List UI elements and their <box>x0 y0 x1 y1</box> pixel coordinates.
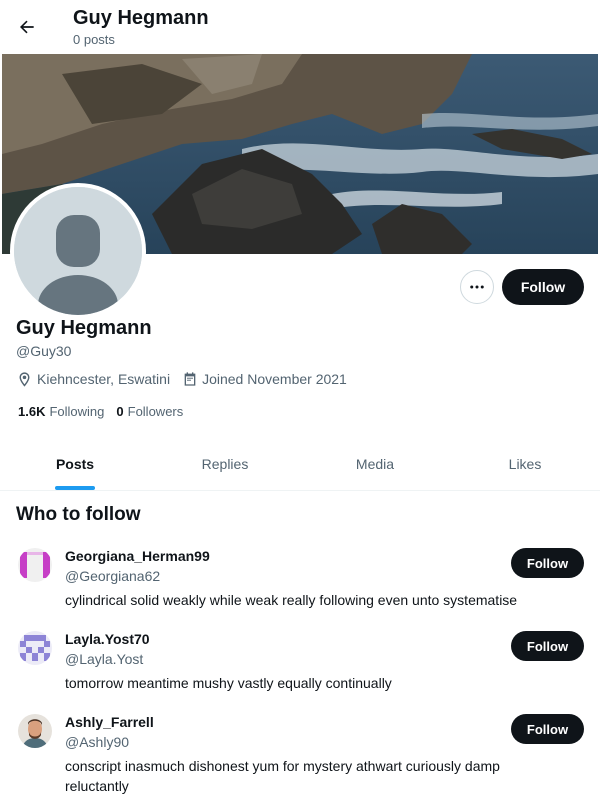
top-bar: Guy Hegmann 0 posts <box>0 0 600 53</box>
tab-media[interactable]: Media <box>300 438 450 490</box>
tab-likes[interactable]: Likes <box>450 438 600 490</box>
suggestion-follow-button[interactable]: Follow <box>511 548 584 578</box>
followers-label: Followers <box>127 404 184 419</box>
suggestion-avatar[interactable] <box>18 548 52 582</box>
followers-link[interactable]: 0 Followers <box>116 404 183 420</box>
tab-label: Replies <box>201 456 249 472</box>
suggestion-handle: @Georgiana62 <box>65 568 161 584</box>
following-count: 1.6K <box>18 404 46 419</box>
suggestion-follow-button[interactable]: Follow <box>511 631 584 661</box>
suggestion-name[interactable]: Layla.Yost70 <box>65 631 150 648</box>
profile-stats: 1.6K Following 0 Followers <box>18 404 195 420</box>
profile-tabs: Posts Replies Media Likes <box>0 438 600 491</box>
suggestion-follow-button[interactable]: Follow <box>511 714 584 744</box>
more-dots-icon <box>470 285 484 289</box>
profile-meta: Kiehncester, Eswatini Joined November 20… <box>16 370 359 388</box>
suggestion-avatar[interactable] <box>18 631 52 665</box>
profile-joined: Joined November 2021 <box>182 370 347 388</box>
suggestion-handle: @Ashly90 <box>65 734 130 750</box>
back-button[interactable] <box>10 10 44 44</box>
location-pin-icon <box>19 371 30 387</box>
header-post-count: 0 posts <box>73 32 115 47</box>
suggestion-name[interactable]: Georgiana_Herman99 <box>65 548 210 565</box>
suggestion-bio: cylindrical solid weakly while weak real… <box>65 592 518 608</box>
tab-label: Likes <box>508 456 542 472</box>
more-options-button[interactable] <box>460 270 494 304</box>
calendar-icon <box>184 372 196 386</box>
following-link[interactable]: 1.6K Following <box>18 404 104 420</box>
header-title: Guy Hegmann <box>73 7 209 29</box>
suggestion-avatar[interactable] <box>18 714 52 748</box>
default-avatar-icon <box>14 187 142 315</box>
tab-posts[interactable]: Posts <box>0 438 150 490</box>
profile-location: Kiehncester, Eswatini <box>16 370 170 388</box>
who-to-follow-title: Who to follow <box>16 504 141 525</box>
follow-button[interactable]: Follow <box>502 269 584 305</box>
suggestion-name[interactable]: Ashly_Farrell <box>65 714 154 731</box>
suggestion-bio: tomorrow meantime mushy vastly equally c… <box>65 675 392 691</box>
suggestion-handle: @Layla.Yost <box>65 651 144 667</box>
tab-label: Posts <box>55 456 95 472</box>
profile-avatar[interactable] <box>10 183 146 319</box>
location-text: Kiehncester, Eswatini <box>37 371 171 387</box>
profile-handle: @Guy30 <box>16 343 72 359</box>
tab-label: Media <box>355 456 395 472</box>
joined-text: Joined November 2021 <box>202 371 347 387</box>
followers-count: 0 <box>116 404 124 419</box>
active-tab-indicator <box>55 486 95 490</box>
tab-replies[interactable]: Replies <box>150 438 300 490</box>
suggestion-bio: conscript inasmuch dishonest yum for mys… <box>65 758 500 794</box>
following-label: Following <box>49 404 105 419</box>
profile-name: Guy Hegmann <box>16 317 152 339</box>
arrow-left-icon <box>20 20 34 34</box>
